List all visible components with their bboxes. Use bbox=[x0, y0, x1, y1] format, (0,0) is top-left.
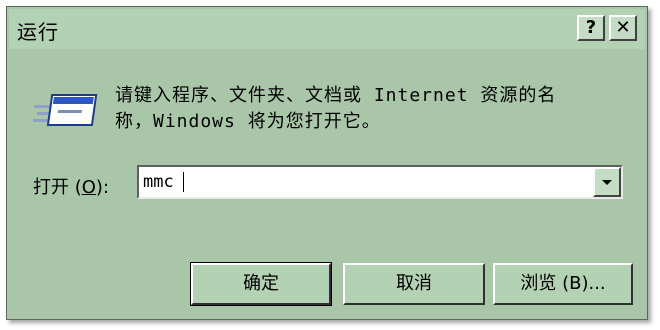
run-dialog: 运行 ? ✕ 请键入程序、文件夹、文档或 Internet 资源的名 称，Win… bbox=[6, 6, 648, 320]
cancel-button[interactable]: 取消 bbox=[343, 263, 485, 305]
help-button[interactable]: ? bbox=[577, 15, 605, 41]
close-icon: ✕ bbox=[615, 17, 631, 38]
instruction-text: 请键入程序、文件夹、文档或 Internet 资源的名 称，Windows 将为… bbox=[115, 83, 635, 135]
text-caret bbox=[183, 172, 184, 192]
dropdown-button[interactable] bbox=[593, 167, 621, 197]
instruction-line-2: 称，Windows 将为您打开它。 bbox=[115, 111, 381, 132]
page: 运行 ? ✕ 请键入程序、文件夹、文档或 Internet 资源的名 称，Win… bbox=[0, 0, 660, 330]
title-bar[interactable]: 运行 ? ✕ bbox=[9, 9, 645, 49]
run-icon bbox=[33, 94, 98, 126]
open-input[interactable] bbox=[139, 167, 593, 197]
open-label-prefix: 打开 ( bbox=[33, 177, 82, 198]
open-label: 打开 (O): bbox=[33, 173, 109, 199]
open-combobox[interactable] bbox=[137, 165, 623, 199]
open-label-suffix: ): bbox=[95, 177, 110, 198]
chevron-down-icon bbox=[602, 180, 612, 185]
close-button[interactable]: ✕ bbox=[609, 15, 637, 41]
dialog-title: 运行 bbox=[17, 20, 59, 44]
instruction-line-1: 请键入程序、文件夹、文档或 Internet 资源的名 bbox=[115, 85, 557, 106]
ok-button[interactable]: 确定 bbox=[190, 262, 332, 306]
open-label-access-key: O bbox=[81, 177, 96, 198]
browse-button[interactable]: 浏览 (B)... bbox=[493, 263, 633, 305]
